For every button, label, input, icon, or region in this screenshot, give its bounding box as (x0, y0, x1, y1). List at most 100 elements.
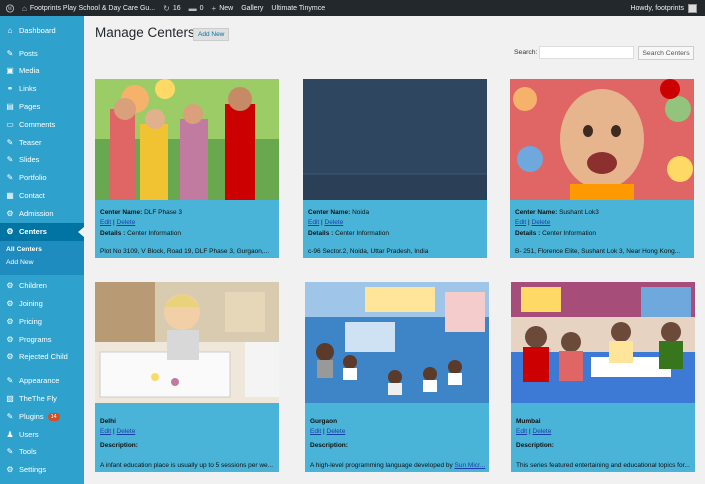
comments-link[interactable]: ▬ 0 (185, 0, 208, 16)
submenu-all-centers[interactable]: All Centers (0, 243, 84, 256)
delete-link[interactable]: Delete (117, 428, 136, 435)
center-name-line: Mumbai (516, 418, 695, 428)
center-address: A infant education place is usually up t… (100, 462, 274, 469)
menu-item-posts[interactable]: ✎ Posts (0, 45, 84, 63)
details-label: Details : (100, 230, 126, 237)
center-description: c-96 Sector.2, Noida, Uttar Pradesh, Ind… (308, 248, 487, 255)
center-image (95, 79, 279, 200)
center-card: Center Name: Noida Edit | Delete Details :… (303, 79, 487, 258)
delete-link[interactable]: Delete (532, 219, 551, 226)
menu-item-label: Tools (19, 447, 37, 457)
details-line: Details : Center Information (100, 230, 279, 242)
center-name: Noida (352, 209, 370, 216)
menu-item-label: Portfolio (19, 173, 47, 183)
search-centers-button[interactable]: Search Centers (638, 46, 694, 60)
updates-link[interactable]: ↻ 16 (159, 0, 185, 16)
admission-icon: ⚙ (6, 209, 14, 219)
center-actions: Edit | Delete (100, 219, 279, 229)
dashboard-icon: ⌂ (7, 26, 13, 36)
menu-item-label: TheThe Fly (19, 394, 57, 404)
center-name-line: Center Name: Sushant Lok3 (515, 209, 694, 219)
menu-item-rejected-child[interactable]: ⚙ Rejected Child (0, 348, 84, 366)
menu-item-centers[interactable]: ⚙ Centers (0, 223, 84, 241)
edit-link[interactable]: Edit (310, 428, 321, 435)
center-name-label: Center Name: (100, 209, 143, 216)
comments-icon: ▭ (6, 120, 14, 130)
delete-link[interactable]: Delete (325, 219, 344, 226)
center-name-label: Center Name: (308, 209, 351, 216)
center-name: Delhi (100, 418, 116, 425)
center-image (511, 282, 695, 403)
site-name-link[interactable]: ⌂ Footprints Play School & Day Care Gu... (18, 0, 159, 16)
menu-item-programs[interactable]: ⚙ Programs (0, 331, 84, 349)
update-count-badge: 14 (47, 412, 60, 421)
joining-icon: ⚙ (6, 299, 14, 309)
menu-item-portfolio[interactable]: ✎ Portfolio (0, 169, 84, 187)
details-label: Description: (516, 442, 554, 449)
center-image (510, 79, 694, 200)
center-card: Center Name: DLF Phase 3 Edit | Delete Det… (95, 79, 279, 258)
gallery-link[interactable]: Gallery (237, 0, 267, 16)
menu-item-thethe-fly[interactable]: ▧ TheThe Fly (0, 390, 84, 408)
center-image (305, 282, 489, 403)
menu-item-plugins[interactable]: ✎ Plugins 14 (0, 408, 84, 426)
media-icon: ▣ (6, 66, 14, 76)
center-name: Gurgaon (310, 418, 338, 425)
menu-item-tools[interactable]: ✎ Tools (0, 443, 84, 461)
tinymce-link[interactable]: Ultimate Tinymce (267, 0, 329, 16)
delete-link[interactable]: Delete (117, 219, 136, 226)
menu-item-label: Plugins (19, 412, 44, 422)
description-link[interactable]: Sun Micr... (455, 462, 486, 469)
center-name-line: Center Name: Noida (308, 209, 487, 219)
admin-bar: W ⌂ Footprints Play School & Day Care Gu.… (0, 0, 705, 16)
menu-item-label: Centers (19, 227, 47, 237)
edit-link[interactable]: Edit (515, 219, 526, 226)
delete-link[interactable]: Delete (327, 428, 346, 435)
submenu-add-new[interactable]: Add New (0, 256, 84, 269)
menu-item-label: Programs (19, 335, 52, 345)
menu-item-admission[interactable]: ⚙ Admission (0, 205, 84, 223)
menu-item-pricing[interactable]: ⚙ Pricing (0, 313, 84, 331)
menu-item-contact[interactable]: ▦ Contact (0, 187, 84, 205)
menu-item-appearance[interactable]: ✎ Appearance (0, 372, 84, 390)
edit-link[interactable]: Edit (516, 428, 527, 435)
menu-item-pages[interactable]: ▤ Pages (0, 98, 84, 116)
plus-icon: + (211, 3, 217, 13)
center-name: Mumbai (516, 418, 541, 425)
center-name-label: Center Name: (515, 209, 558, 216)
new-content-link[interactable]: + New (208, 0, 238, 16)
menu-item-label: Teaser (19, 138, 42, 148)
menu-item-dashboard[interactable]: ⌂ Dashboard (0, 22, 84, 40)
menu-item-media[interactable]: ▣ Media (0, 62, 84, 80)
svg-text:W: W (8, 7, 13, 12)
edit-link[interactable]: Edit (100, 219, 111, 226)
programs-icon: ⚙ (6, 335, 14, 345)
add-new-button[interactable]: Add New (193, 28, 230, 41)
menu-item-joining[interactable]: ⚙ Joining (0, 295, 84, 313)
menu-item-label: Media (19, 66, 40, 76)
settings-icon: ⚙ (6, 465, 14, 475)
menu-item-users[interactable]: ♟ Users (0, 426, 84, 444)
home-icon: ⌂ (22, 3, 27, 13)
search-input[interactable] (539, 46, 634, 59)
menu-item-links[interactable]: ⚭ Links (0, 80, 84, 98)
wordpress-logo-icon[interactable]: W (2, 2, 18, 14)
details-line: Description: (310, 442, 489, 454)
menu-item-label: Slides (19, 155, 40, 165)
menu-item-teaser[interactable]: ✎ Teaser (0, 134, 84, 152)
edit-link[interactable]: Edit (100, 428, 111, 435)
center-name-line: Delhi (100, 418, 279, 428)
menu-item-label: Appearance (19, 376, 60, 386)
account-menu[interactable]: Howdy, footprints (626, 0, 701, 16)
menu-item-label: Contact (19, 191, 45, 201)
menu-item-label: Comments (19, 120, 56, 130)
delete-link[interactable]: Delete (533, 428, 552, 435)
center-actions: Edit | Delete (308, 219, 487, 229)
details-label: Description: (310, 442, 348, 449)
menu-item-children[interactable]: ⚙ Children (0, 277, 84, 295)
edit-link[interactable]: Edit (308, 219, 319, 226)
menu-item-settings[interactable]: ⚙ Settings (0, 461, 84, 479)
menu-item-comments[interactable]: ▭ Comments (0, 116, 84, 134)
center-image (303, 79, 487, 200)
menu-item-slides[interactable]: ✎ Slides (0, 151, 84, 169)
